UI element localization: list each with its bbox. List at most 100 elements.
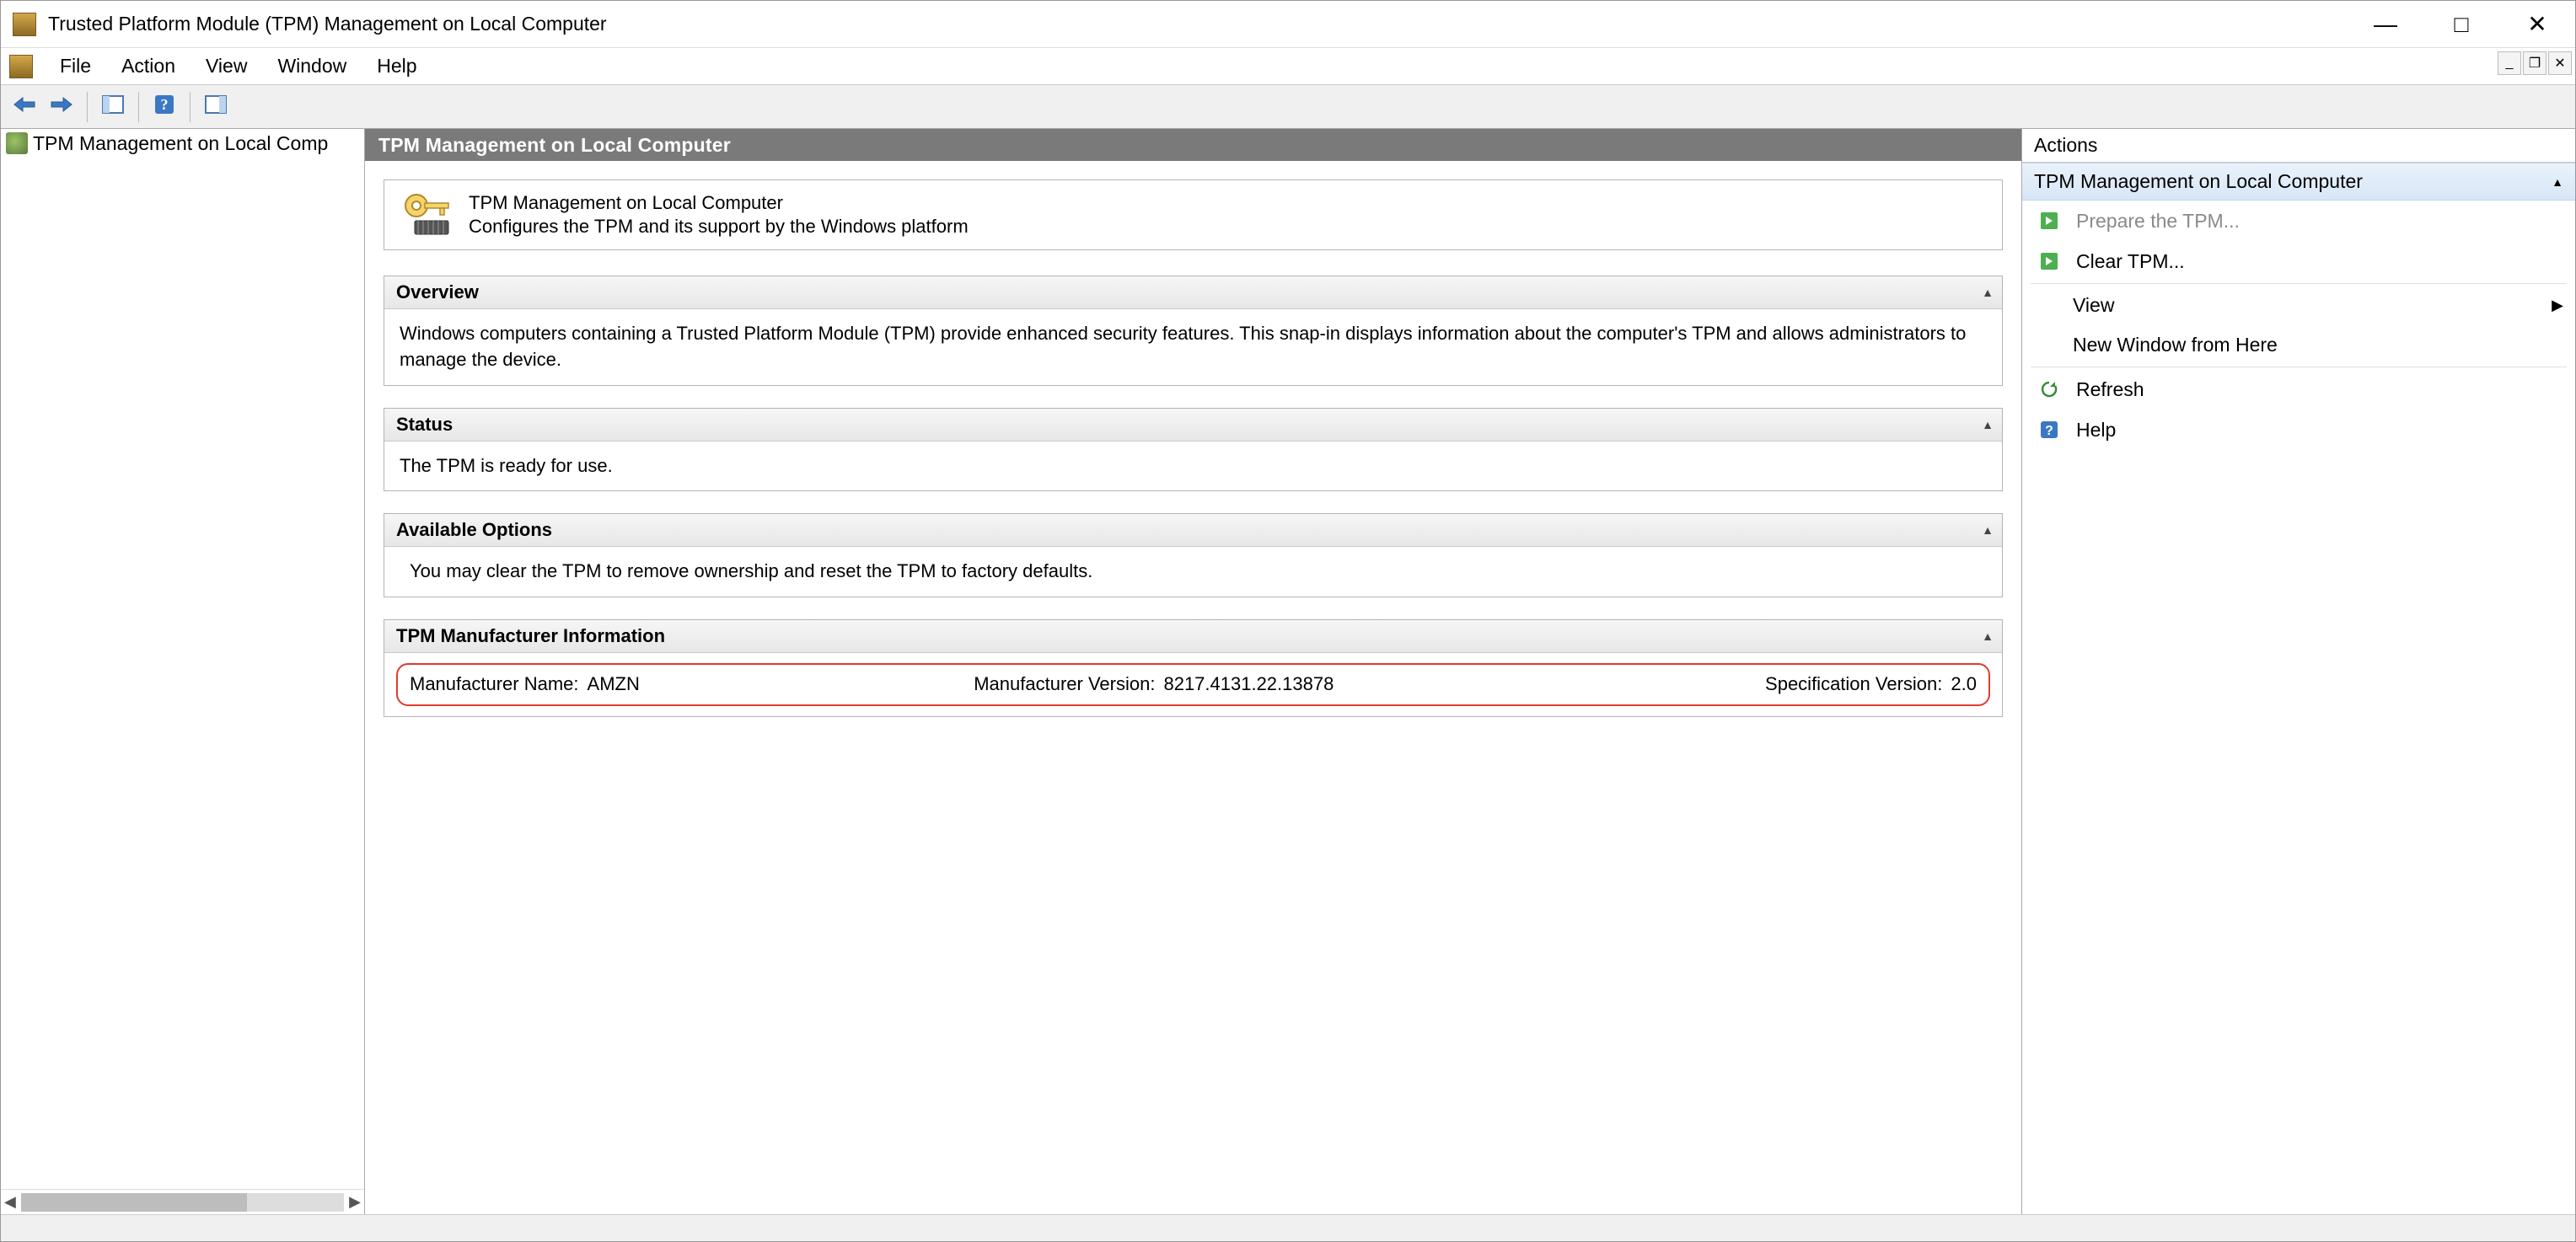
go-arrow-icon xyxy=(2037,209,2061,233)
arrow-left-icon xyxy=(11,94,38,120)
section-body-options: You may clear the TPM to remove ownershi… xyxy=(384,547,2002,597)
section-title: Available Options xyxy=(396,519,552,540)
result-pane: TPM Management on Local Computer TP xyxy=(365,129,2022,1214)
spec-version-value: 2.0 xyxy=(1951,672,1977,698)
window-controls: ― □ ✕ xyxy=(2348,1,2575,47)
action-new-window[interactable]: New Window from Here xyxy=(2022,325,2575,365)
toolbar-separator xyxy=(190,92,191,122)
refresh-icon xyxy=(2037,377,2061,401)
result-header: TPM Management on Local Computer xyxy=(365,129,2021,161)
tree-hscrollbar[interactable]: ◀ ▶ xyxy=(1,1189,364,1214)
titlebar[interactable]: Trusted Platform Module (TPM) Management… xyxy=(1,1,2575,48)
svg-text:?: ? xyxy=(161,96,169,113)
scroll-left-icon[interactable]: ◀ xyxy=(4,1193,16,1211)
go-arrow-icon xyxy=(2037,249,2061,273)
actions-pane: Actions TPM Management on Local Computer… xyxy=(2022,129,2575,1214)
show-hide-actions-button[interactable] xyxy=(199,90,233,124)
collapse-icon[interactable]: ▲ xyxy=(1982,523,1994,537)
tpm-chip-icon xyxy=(6,132,28,154)
mdi-restore-button[interactable]: ❐ xyxy=(2523,51,2546,75)
collapse-icon[interactable]: ▲ xyxy=(1982,629,1994,643)
panel-actions-icon xyxy=(204,93,228,121)
workspace: TPM Management on Local Comp ◀ ▶ TPM Man… xyxy=(1,129,2575,1214)
section-header-options[interactable]: Available Options ▲ xyxy=(384,514,2002,547)
nav-forward-button[interactable] xyxy=(45,90,78,124)
mfr-name-label: Manufacturer Name: xyxy=(410,672,579,698)
action-clear-tpm[interactable]: Clear TPM... xyxy=(2022,241,2575,281)
action-label: Clear TPM... xyxy=(2076,250,2185,273)
action-label: Refresh xyxy=(2076,378,2144,401)
mdi-close-button[interactable]: ✕ xyxy=(2548,51,2572,75)
action-refresh[interactable]: Refresh xyxy=(2022,369,2575,410)
scrollbar-thumb[interactable] xyxy=(21,1193,344,1212)
window-title: Trusted Platform Module (TPM) Management… xyxy=(48,13,607,35)
help-icon: ? xyxy=(2037,418,2061,442)
action-label: New Window from Here xyxy=(2073,334,2278,356)
mdi-minimize-button[interactable]: _ xyxy=(2498,51,2521,75)
collapse-icon[interactable]: ▲ xyxy=(1982,286,1994,299)
action-label: Prepare the TPM... xyxy=(2076,210,2240,233)
result-body: TPM Management on Local Computer Configu… xyxy=(365,161,2021,1214)
manufacturer-info-highlight: Manufacturer Name: AMZN Manufacturer Ver… xyxy=(396,663,1990,706)
actions-group-title: TPM Management on Local Computer xyxy=(2034,170,2363,193)
menu-action[interactable]: Action xyxy=(106,50,191,83)
statusbar xyxy=(1,1214,2575,1241)
nav-back-button[interactable] xyxy=(8,90,41,124)
toolbar-separator xyxy=(138,92,139,122)
toolbar-separator xyxy=(87,92,88,122)
submenu-arrow-icon: ▶ xyxy=(2552,297,2563,314)
section-status: Status ▲ The TPM is ready for use. xyxy=(384,408,2003,492)
section-header-status[interactable]: Status ▲ xyxy=(384,409,2002,442)
intro-box: TPM Management on Local Computer Configu… xyxy=(384,179,2003,250)
action-prepare-tpm[interactable]: Prepare the TPM... xyxy=(2022,201,2575,241)
close-button[interactable]: ✕ xyxy=(2499,1,2575,47)
collapse-icon[interactable]: ▲ xyxy=(2552,175,2563,189)
action-help[interactable]: ? Help xyxy=(2022,410,2575,450)
action-label: Help xyxy=(2076,419,2116,442)
section-header-overview[interactable]: Overview ▲ xyxy=(384,276,2002,309)
mfr-version-value: 8217.4131.22.13878 xyxy=(1163,672,1334,698)
tpm-key-icon xyxy=(400,190,452,238)
console-tree[interactable]: TPM Management on Local Comp ◀ ▶ xyxy=(1,129,365,1214)
toolbar: ? xyxy=(1,85,2575,129)
panel-tree-icon xyxy=(101,93,125,121)
tree-node-tpm-root[interactable]: TPM Management on Local Comp xyxy=(1,129,364,158)
menu-window[interactable]: Window xyxy=(262,50,362,83)
svg-text:?: ? xyxy=(2045,424,2053,438)
minimize-button[interactable]: ― xyxy=(2348,1,2423,47)
section-title: TPM Manufacturer Information xyxy=(396,625,665,646)
spec-version-label: Specification Version: xyxy=(1765,672,1942,698)
menu-help[interactable]: Help xyxy=(362,50,432,83)
arrow-right-icon xyxy=(48,94,75,120)
help-button[interactable]: ? xyxy=(148,90,181,124)
section-header-mfr[interactable]: TPM Manufacturer Information ▲ xyxy=(384,620,2002,653)
section-body-overview: Windows computers containing a Trusted P… xyxy=(384,309,2002,385)
section-available-options: Available Options ▲ You may clear the TP… xyxy=(384,513,2003,597)
action-view[interactable]: View ▶ xyxy=(2022,286,2575,325)
action-label: View xyxy=(2073,294,2114,317)
mfr-version-label: Manufacturer Version: xyxy=(974,672,1155,698)
mmc-console-icon xyxy=(9,55,33,78)
actions-group-header[interactable]: TPM Management on Local Computer ▲ xyxy=(2022,163,2575,201)
menu-file[interactable]: File xyxy=(45,50,106,83)
show-hide-tree-button[interactable] xyxy=(96,90,130,124)
actions-header: Actions xyxy=(2022,129,2575,163)
maximize-button[interactable]: □ xyxy=(2423,1,2499,47)
section-manufacturer-info: TPM Manufacturer Information ▲ Manufactu… xyxy=(384,619,2003,717)
intro-title: TPM Management on Local Computer xyxy=(469,192,1987,214)
collapse-icon[interactable]: ▲ xyxy=(1982,418,1994,431)
mmc-window: Trusted Platform Module (TPM) Management… xyxy=(0,0,2576,1242)
section-title: Status xyxy=(396,414,453,435)
mdi-child-controls: _ ❐ ✕ xyxy=(2498,51,2572,75)
app-icon xyxy=(13,13,36,36)
section-overview: Overview ▲ Windows computers containing … xyxy=(384,276,2003,386)
menu-view[interactable]: View xyxy=(191,50,262,83)
mfr-name-value: AMZN xyxy=(588,672,640,698)
tree-node-label: TPM Management on Local Comp xyxy=(33,132,328,155)
scroll-right-icon[interactable]: ▶ xyxy=(349,1193,361,1211)
section-body-status: The TPM is ready for use. xyxy=(384,442,2002,491)
help-icon: ? xyxy=(153,93,176,121)
intro-desc: Configures the TPM and its support by th… xyxy=(469,216,1987,238)
menubar: File Action View Window Help _ ❐ ✕ xyxy=(1,48,2575,85)
section-title: Overview xyxy=(396,281,479,302)
